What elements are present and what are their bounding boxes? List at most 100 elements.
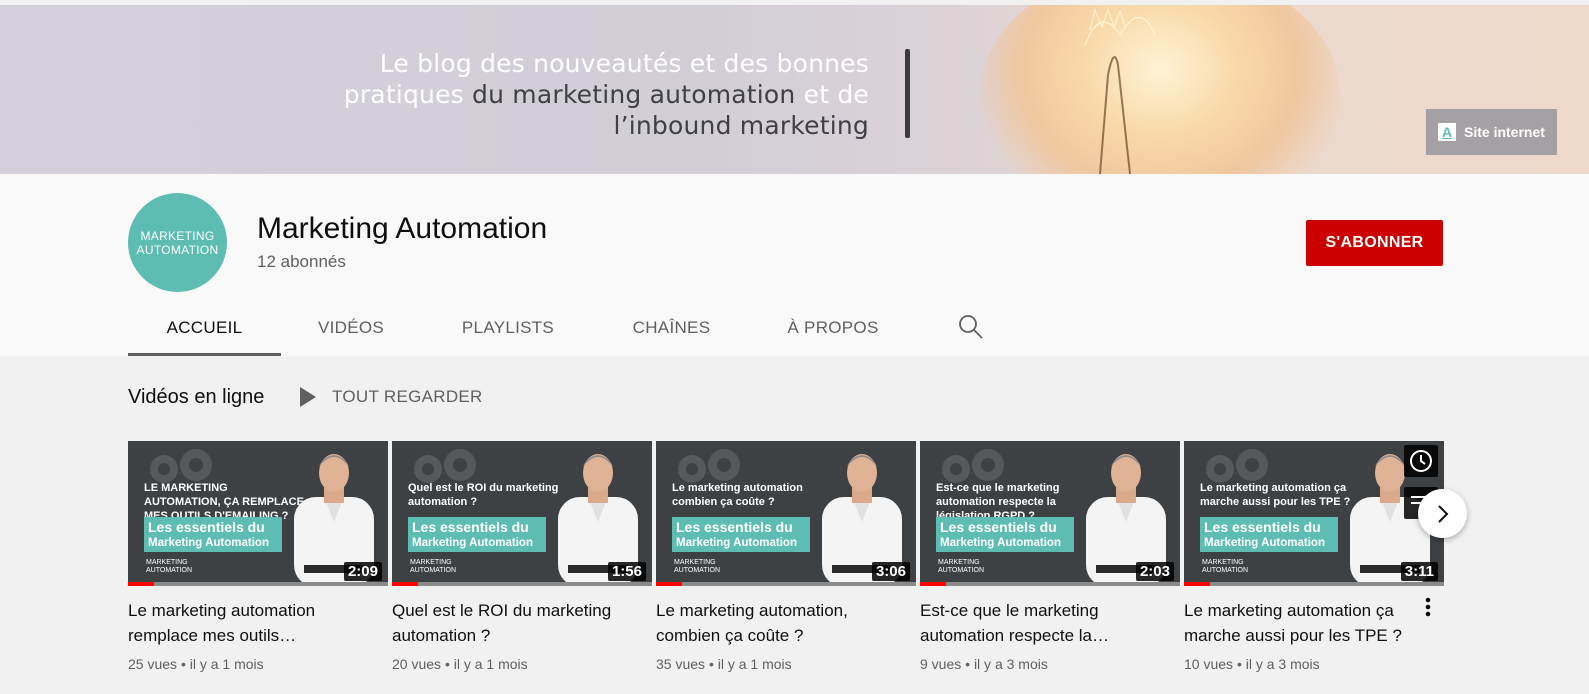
watch-later-button[interactable] [1404, 445, 1438, 477]
meta-separator: • [965, 656, 974, 672]
thumbnail-logo-line-2: AUTOMATION [674, 567, 721, 574]
video-views: 10 vues [1184, 656, 1234, 672]
thumbnail-headline: Le marketing automation ça marche aussi … [1200, 482, 1351, 508]
video-thumbnail[interactable]: Le marketing automation ça marche aussi … [1184, 441, 1444, 586]
thumbnail-logo: MARKETING AUTOMATION [1202, 559, 1248, 575]
video-meta: 9 vues • il y a 3 mois [920, 656, 1180, 672]
video-meta: 35 vues • il y a 1 mois [656, 656, 916, 672]
video-title[interactable]: Le marketing automation remplace mes out… [128, 598, 368, 648]
thumbnail-logo-line-1: MARKETING [1202, 559, 1244, 566]
thumbnail-logo-line-1: MARKETING [674, 559, 716, 566]
watch-progress-track [1184, 582, 1444, 586]
tab-label: ACCUEIL [166, 318, 243, 337]
avatar[interactable]: MARKETING AUTOMATION [128, 193, 227, 292]
banner-tagline: Le blog des nouveautés et des bonnes pra… [344, 48, 869, 141]
video-title[interactable]: Le marketing automation ça marche aussi … [1184, 598, 1424, 648]
tab-chaines[interactable]: CHAÎNES [595, 300, 748, 356]
tab-label: VIDÉOS [317, 318, 385, 337]
banner-divider [905, 49, 910, 138]
video-meta: 25 vues • il y a 1 mois [128, 656, 388, 672]
tab-label: PLAYLISTS [461, 318, 555, 337]
video-age: il y a 1 mois [717, 656, 792, 672]
channel-tabs: ACCUEIL VIDÉOS PLAYLISTS CHAÎNES À PROPO… [128, 300, 983, 356]
video-age: il y a 3 mois [1245, 656, 1320, 672]
site-favicon-icon: A [1438, 123, 1456, 141]
video-views: 35 vues [656, 656, 706, 672]
thumbnail-series-line-2: Marketing Automation [940, 537, 1061, 549]
video-thumbnail[interactable]: Est-ce que le marketing automation respe… [920, 441, 1180, 586]
thumbnail-series-line-1: Les essentiels du [1204, 519, 1321, 535]
banner-line-2: pratiques du marketing automation et de [344, 79, 869, 110]
video-views: 25 vues [128, 656, 178, 672]
thumbnail-logo-line-1: MARKETING [938, 559, 980, 566]
channel-banner: Le blog des nouveautés et des bonnes pra… [0, 5, 1589, 174]
banner-line-2-light: pratiques [343, 80, 473, 109]
video-age: il y a 3 mois [973, 656, 1048, 672]
play-icon [300, 387, 316, 407]
thumbnail-series-line-1: Les essentiels du [940, 519, 1057, 535]
watch-progress-track [128, 582, 388, 586]
video-card[interactable]: LE MARKETING AUTOMATION, ÇA REMPLACE MES… [128, 441, 388, 672]
video-thumbnail[interactable]: LE MARKETING AUTOMATION, ÇA REMPLACE MES… [128, 441, 388, 586]
video-title[interactable]: Le marketing automation, combien ça coût… [656, 598, 896, 648]
search-icon[interactable] [958, 314, 984, 340]
next-arrow-button[interactable] [1418, 489, 1467, 538]
play-all-label: TOUT REGARDER [332, 387, 483, 406]
thumbnail-logo: MARKETING AUTOMATION [410, 559, 456, 575]
banner-line-2-dark: du marketing automation [472, 80, 796, 109]
watch-progress-bar [392, 582, 418, 586]
thumbnail-logo-line-1: MARKETING [146, 559, 188, 566]
tab-label: À PROPOS [787, 318, 879, 337]
thumbnail-logo-line-2: AUTOMATION [146, 567, 193, 574]
video-title[interactable]: Est-ce que le marketing automation respe… [920, 598, 1160, 648]
video-title[interactable]: Quel est le ROI du marketing automation … [392, 598, 632, 648]
website-link-label: Site internet [1464, 124, 1545, 140]
video-age: il y a 1 mois [453, 656, 528, 672]
meta-separator: • [1236, 656, 1246, 672]
video-age: il y a 1 mois [189, 656, 264, 672]
video-card[interactable]: Quel est le ROI du marketing automation … [392, 441, 652, 672]
meta-separator: • [180, 656, 190, 672]
website-link[interactable]: A Site internet [1426, 109, 1557, 155]
video-card[interactable]: Est-ce que le marketing automation respe… [920, 441, 1180, 672]
thumbnail-series-line-1: Les essentiels du [676, 519, 793, 535]
thumbnail-series-box: Les essentiels du Marketing Automation [936, 517, 1074, 552]
thumbnail-headline: Le marketing automation combien ça coûte… [672, 482, 803, 508]
more-vert-icon[interactable] [1420, 596, 1436, 620]
play-all-button[interactable]: TOUT REGARDER [298, 386, 483, 408]
watch-progress-bar [128, 582, 154, 586]
watch-progress-bar [920, 582, 946, 586]
tab-a-propos[interactable]: À PROPOS [748, 300, 918, 356]
meta-separator: • [708, 656, 718, 672]
thumbnail-series-line-2: Marketing Automation [148, 537, 269, 549]
video-card[interactable]: Le marketing automation ça marche aussi … [1184, 441, 1444, 672]
thumbnail-logo-line-2: AUTOMATION [1202, 567, 1249, 574]
subscriber-count: 12 abonnés [257, 252, 346, 271]
thumbnail-series-box: Les essentiels du Marketing Automation [672, 517, 810, 552]
video-duration: 1:56 [607, 562, 646, 581]
video-thumbnail[interactable]: Quel est le ROI du marketing automation … [392, 441, 652, 586]
subscribe-button[interactable]: S'ABONNER [1306, 220, 1443, 266]
thumbnail-series-line-1: Les essentiels du [412, 519, 529, 535]
thumbnail-series-line-2: Marketing Automation [1204, 537, 1325, 549]
watch-progress-bar [656, 582, 682, 586]
video-duration: 2:09 [343, 562, 382, 581]
video-thumbnail[interactable]: Le marketing automation combien ça coûte… [656, 441, 916, 586]
clock-icon [1410, 450, 1432, 472]
shelf-title[interactable]: Vidéos en ligne [128, 386, 264, 409]
tab-accueil[interactable]: ACCUEIL [128, 300, 281, 356]
tab-videos[interactable]: VIDÉOS [281, 300, 421, 356]
thumbnail-logo-line-2: AUTOMATION [410, 567, 457, 574]
thumbnail-logo-line-1: MARKETING [410, 559, 452, 566]
watch-progress-track [920, 582, 1180, 586]
video-meta: 10 vues • il y a 3 mois [1184, 656, 1444, 672]
thumbnail-logo: MARKETING AUTOMATION [938, 559, 984, 575]
video-card[interactable]: Le marketing automation combien ça coûte… [656, 441, 916, 672]
meta-separator: • [444, 656, 454, 672]
banner-line-3: l’inbound marketing [613, 111, 869, 140]
thumbnail-headline: Quel est le ROI du marketing automation … [408, 482, 559, 508]
thumbnail-series-box: Les essentiels du Marketing Automation [408, 517, 546, 552]
tab-playlists[interactable]: PLAYLISTS [421, 300, 595, 356]
video-views: 20 vues [392, 656, 442, 672]
video-meta: 20 vues • il y a 1 mois [392, 656, 652, 672]
